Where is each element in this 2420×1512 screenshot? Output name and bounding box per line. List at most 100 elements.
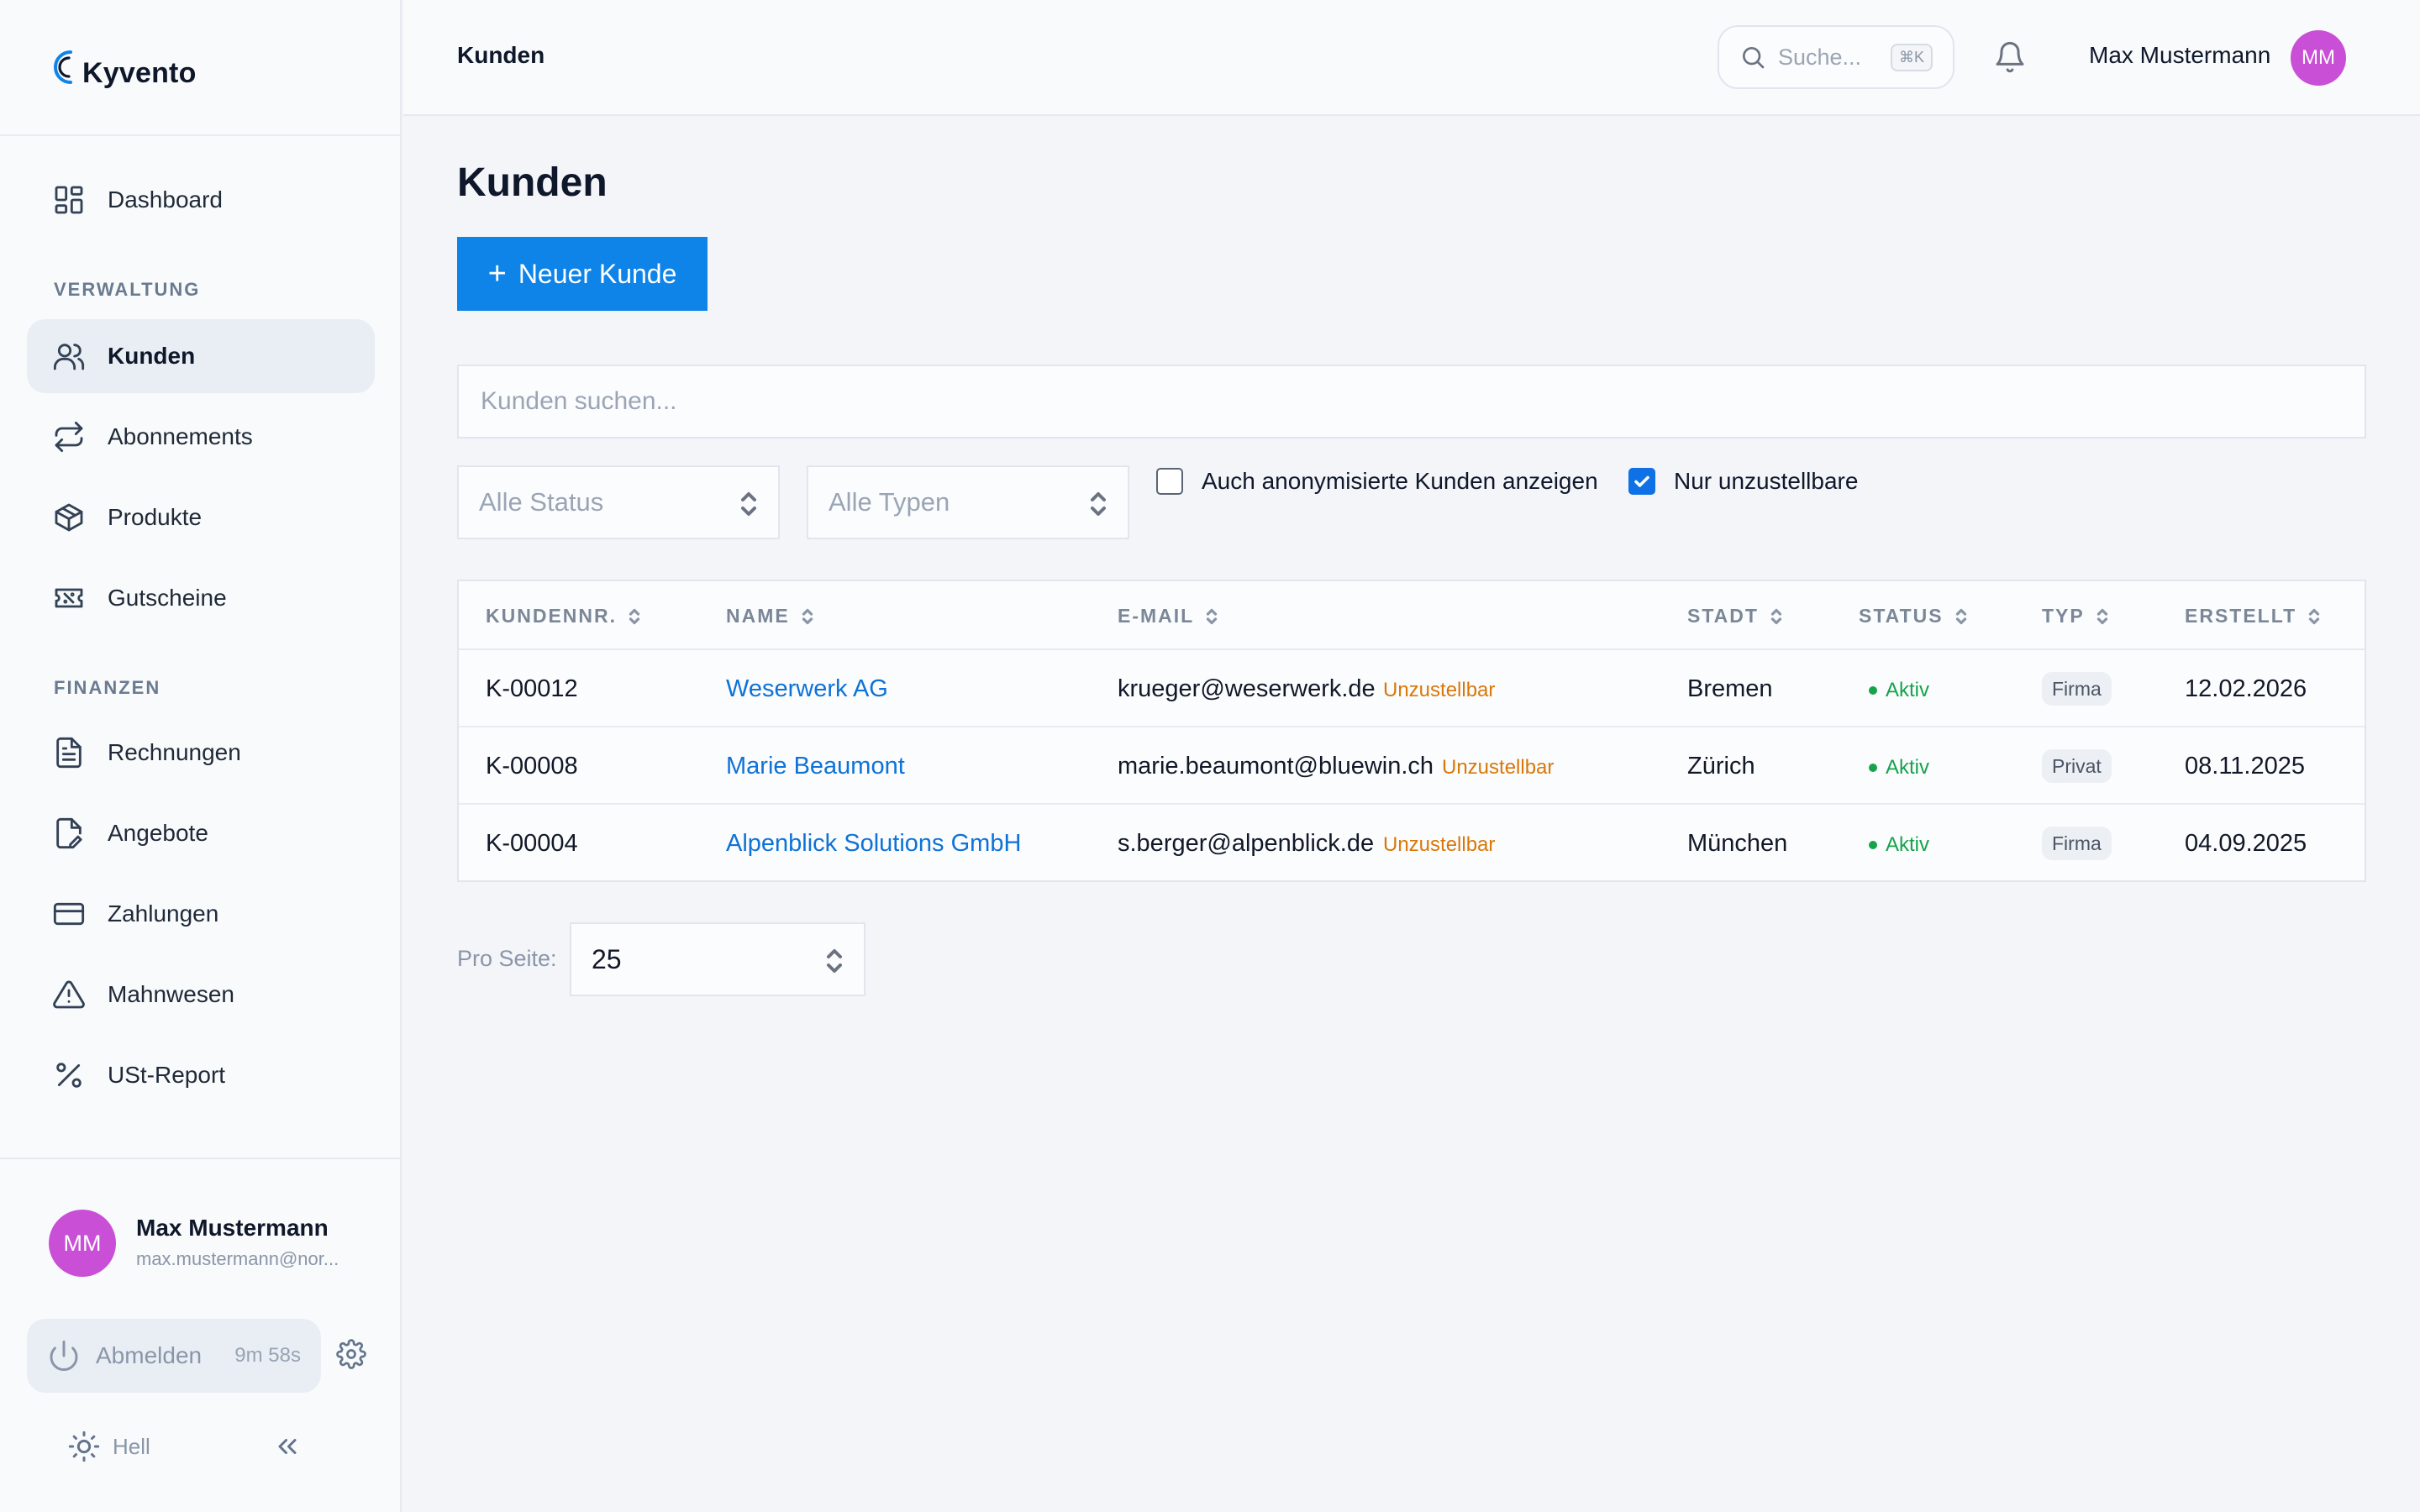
table-row[interactable]: K-00012 Weserwerk AG krueger@weserwerk.d…	[459, 650, 2365, 727]
sidebar-item-ust-report[interactable]: USt-Report	[27, 1038, 375, 1112]
percent-icon	[56, 1063, 82, 1088]
anonymized-checkbox[interactable]	[1156, 468, 1183, 495]
theme-toggle[interactable]: Hell	[67, 1430, 150, 1463]
topbar-avatar[interactable]: MM	[2291, 30, 2346, 86]
column-header-email[interactable]: E-MAIL	[1118, 605, 1219, 627]
chevron-up-down-icon	[1089, 491, 1107, 517]
avatar[interactable]: MM	[49, 1210, 116, 1277]
logo-text: Kyvento	[82, 57, 197, 89]
status-filter-value: Alle Status	[479, 487, 604, 517]
sidebar-item-produkte[interactable]: Produkte	[27, 480, 375, 554]
sidebar-item-label: Dashboard	[108, 186, 223, 213]
status-dot-icon	[1869, 686, 1877, 695]
logo-mark-icon	[54, 50, 72, 84]
cell-created: 12.02.2026	[2185, 675, 2307, 702]
sidebar-item-zahlungen[interactable]: Zahlungen	[27, 877, 375, 951]
column-header-status[interactable]: STATUS	[1859, 605, 1969, 627]
collapse-sidebar-button[interactable]	[272, 1431, 306, 1465]
sun-icon	[68, 1431, 100, 1462]
cell-email: krueger@weserwerk.de	[1118, 675, 1376, 702]
undeliverable-badge: Unzustellbar	[1442, 756, 1555, 779]
sort-icon	[1207, 608, 1218, 624]
sidebar-item-label: Gutscheine	[108, 585, 227, 611]
global-search-placeholder: Suche...	[1778, 44, 1862, 70]
cell-email: s.berger@alpenblick.de	[1118, 830, 1375, 857]
breadcrumb: Kunden	[457, 42, 545, 68]
sidebar-item-abonnements[interactable]: Abonnements	[27, 400, 375, 474]
status-badge: Aktiv	[1869, 756, 1929, 780]
dashboard-icon	[55, 186, 83, 214]
sort-icon	[2308, 608, 2320, 624]
theme-label: Hell	[113, 1433, 150, 1459]
customer-name-link[interactable]: Marie Beaumont	[726, 753, 905, 780]
package-icon	[55, 503, 83, 532]
sort-icon	[2096, 608, 2107, 624]
logout-label: Abmelden	[96, 1342, 203, 1368]
sidebar-item-mahnwesen[interactable]: Mahnwesen	[27, 958, 375, 1032]
file-edit-icon	[56, 817, 82, 849]
customer-name-link[interactable]: Alpenblick Solutions GmbH	[726, 830, 1021, 858]
sidebar: Kyvento Dashboard VERWALTUNG Kunden Abon…	[0, 0, 402, 1512]
sidebar-user-block: MM Max Mustermann max.mustermann@nor... …	[0, 1158, 402, 1512]
users-icon	[53, 344, 85, 370]
sort-icon	[629, 608, 640, 624]
undeliverable-badge: Unzustellbar	[1383, 833, 1496, 856]
new-customer-button[interactable]: + Neuer Kunde	[457, 237, 708, 311]
app-logo[interactable]: Kyvento	[45, 44, 197, 91]
column-header-created[interactable]: ERSTELLT	[2185, 605, 2322, 627]
column-header-type[interactable]: TYP	[2042, 605, 2110, 627]
undeliverable-checkbox[interactable]	[1628, 468, 1655, 495]
sidebar-item-label: Kunden	[108, 343, 196, 369]
undeliverable-checkbox-row[interactable]: Nur unzustellbare	[1628, 465, 1858, 497]
cell-city: München	[1687, 830, 1788, 857]
per-page-select[interactable]: 25	[570, 922, 865, 996]
anonymized-checkbox-row[interactable]: Auch anonymisierte Kunden anzeigen	[1156, 465, 1598, 497]
sidebar-item-gutscheine[interactable]: Gutscheine	[27, 561, 375, 635]
nav-section-finanzen: FINANZEN	[54, 677, 161, 698]
repeat-icon	[55, 421, 83, 453]
chevron-up-down-icon	[825, 948, 844, 974]
sort-icon	[1770, 608, 1782, 624]
sidebar-item-label: Angebote	[108, 820, 208, 846]
cell-created: 04.09.2025	[2185, 830, 2307, 857]
type-filter-select[interactable]: Alle Typen	[807, 465, 1129, 539]
invoice-icon	[56, 737, 82, 769]
sidebar-item-label: Mahnwesen	[108, 981, 234, 1007]
cell-email: marie.beaumont@bluewin.ch	[1118, 753, 1434, 780]
type-badge: Firma	[2042, 827, 2112, 860]
cell-number: K-00012	[486, 675, 578, 702]
status-filter-select[interactable]: Alle Status	[457, 465, 780, 539]
per-page-value: 25	[592, 943, 622, 974]
settings-button[interactable]	[336, 1339, 370, 1373]
sidebar-item-rechnungen[interactable]: Rechnungen	[27, 716, 375, 790]
status-dot-icon	[1869, 764, 1877, 772]
customers-table: KUNDENNR. NAME E-MAIL STADT STATUS TYP E…	[457, 580, 2366, 882]
sidebar-item-angebote[interactable]: Angebote	[27, 796, 375, 870]
column-header-number[interactable]: KUNDENNR.	[486, 605, 642, 627]
cell-number: K-00008	[486, 753, 578, 780]
column-header-name[interactable]: NAME	[726, 605, 815, 627]
customer-search-input[interactable]	[457, 365, 2366, 438]
customer-name-link[interactable]: Weserwerk AG	[726, 675, 888, 703]
topbar-user-name[interactable]: Max Mustermann	[2089, 42, 2270, 69]
table-row[interactable]: K-00008 Marie Beaumont marie.beaumont@bl…	[459, 727, 2365, 805]
sort-icon	[1955, 608, 1966, 624]
sidebar-item-kunden[interactable]: Kunden	[27, 319, 375, 393]
sidebar-item-label: Rechnungen	[108, 739, 241, 765]
undeliverable-checkbox-label: Nur unzustellbare	[1674, 468, 1859, 494]
column-header-city[interactable]: STADT	[1687, 605, 1784, 627]
credit-card-icon	[53, 902, 85, 926]
chevron-up-down-icon	[739, 491, 758, 517]
notifications-button[interactable]	[1993, 40, 2028, 76]
logout-button[interactable]: Abmelden 9m 58s	[27, 1319, 321, 1393]
global-search[interactable]: Suche... ⌘K	[1718, 25, 1954, 89]
table-row[interactable]: K-00004 Alpenblick Solutions GmbH s.berg…	[459, 805, 2365, 882]
user-name: Max Mustermann	[136, 1215, 329, 1241]
type-filter-value: Alle Typen	[829, 487, 950, 517]
sidebar-item-label: Abonnements	[108, 423, 253, 449]
topbar: Kunden Suche... ⌘K Max Mustermann MM	[403, 0, 2420, 116]
sidebar-item-label: Zahlungen	[108, 900, 219, 927]
search-icon	[1743, 47, 1765, 69]
status-badge: Aktiv	[1869, 833, 1929, 857]
sidebar-item-dashboard[interactable]: Dashboard	[27, 163, 375, 237]
